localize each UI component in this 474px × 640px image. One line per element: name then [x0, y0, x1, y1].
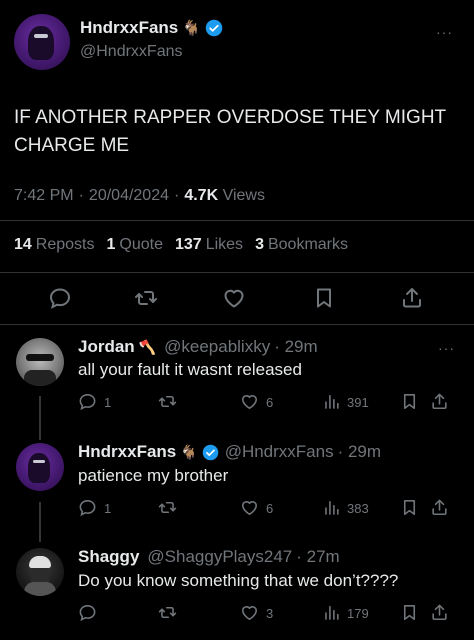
repost-icon[interactable]	[158, 498, 177, 517]
reply-author-name[interactable]: Jordan	[78, 337, 135, 357]
bookmark-icon[interactable]	[400, 498, 419, 517]
reply-text: Do you know something that we don’t????	[78, 571, 399, 590]
tweet-date[interactable]: 20/04/2024	[89, 187, 169, 205]
reply-icon[interactable]	[78, 392, 97, 411]
tweet-text: IF ANOTHER RAPPER OVERDOSE THEY MIGHT CH…	[14, 104, 446, 160]
tweet-time[interactable]: 7:42 PM	[14, 187, 74, 205]
reply-author-emoji: 🪓	[138, 338, 157, 355]
reply-avatar-shaggy[interactable]	[16, 548, 64, 596]
bookmarks-count: 3	[255, 236, 264, 253]
like-count: 3	[266, 606, 274, 621]
reposts-stat[interactable]: 14 Reposts	[14, 236, 95, 254]
repost-icon[interactable]	[158, 603, 177, 622]
bookmark-icon[interactable]	[400, 392, 419, 411]
likes-label: Likes	[205, 236, 244, 253]
reply-action-bar: 1 6 391	[78, 392, 468, 412]
reply-count: 1	[104, 501, 112, 516]
reply-icon[interactable]	[78, 498, 97, 517]
reply-count: 1	[104, 395, 112, 410]
reposts-count: 14	[14, 236, 32, 253]
bookmark-icon[interactable]	[400, 603, 419, 622]
views-count: 4.7K	[184, 187, 219, 204]
views-count: 179	[347, 606, 369, 621]
quotes-stat[interactable]: 1 Quote	[107, 236, 164, 254]
likes-stat[interactable]: 137 Likes	[175, 236, 243, 254]
author-handle[interactable]: @HndrxxFans	[80, 43, 183, 61]
tweet-text-line-1: IF ANOTHER RAPPER OVERDOSE THEY MIGHT	[14, 107, 447, 128]
reply-icon[interactable]	[48, 286, 72, 310]
reply-icon[interactable]	[78, 603, 97, 622]
reply-author-handle[interactable]: @ShaggyPlays247	[147, 547, 292, 567]
reply-author-name[interactable]: HndrxxFans	[78, 442, 176, 462]
likes-count: 137	[175, 236, 202, 253]
bookmark-icon[interactable]	[312, 286, 336, 310]
tweet-meta: 7:42 PM · 20/04/2024 · 4.7K Views	[14, 187, 265, 205]
thread-line	[39, 502, 41, 542]
like-icon[interactable]	[240, 603, 259, 622]
views-icon[interactable]	[322, 498, 341, 517]
verified-icon	[202, 444, 219, 461]
reply-author-handle[interactable]: @keepablixky	[164, 337, 270, 357]
tweet-text-line-2: CHARGE ME	[14, 135, 130, 156]
reply-action-bar: 1 6 383	[78, 498, 468, 518]
share-icon[interactable]	[430, 392, 449, 411]
reply-text: patience my brother	[78, 466, 229, 485]
divider	[0, 220, 474, 221]
views-count: 391	[347, 395, 369, 410]
reply-avatar-jordan[interactable]	[16, 338, 64, 386]
views-label: Views	[222, 187, 265, 204]
engagement-stats: 14 Reposts 1 Quote 137 Likes 3 Bookmarks	[14, 236, 348, 254]
like-count: 6	[266, 395, 274, 410]
reply-text: all your fault it wasnt released	[78, 360, 302, 379]
bookmarks-label: Bookmarks	[267, 236, 348, 253]
meta-sep: ·	[78, 187, 84, 204]
reply-time[interactable]: · 29m	[274, 337, 317, 357]
divider	[0, 272, 474, 273]
more-icon[interactable]: ···	[436, 24, 453, 40]
reply-author-name[interactable]: Shaggy	[78, 547, 139, 567]
share-icon[interactable]	[400, 286, 424, 310]
repost-icon[interactable]	[158, 392, 177, 411]
more-icon[interactable]: ···	[438, 340, 455, 356]
repost-icon[interactable]	[134, 286, 158, 310]
like-icon[interactable]	[240, 498, 259, 517]
bookmarks-stat[interactable]: 3 Bookmarks	[255, 236, 348, 254]
like-icon[interactable]	[240, 392, 259, 411]
author-emoji: 🐐	[182, 20, 201, 37]
like-count: 6	[266, 501, 274, 516]
quotes-count: 1	[106, 236, 116, 253]
views-icon[interactable]	[322, 392, 341, 411]
like-icon[interactable]	[222, 286, 246, 310]
reply-time[interactable]: · 29m	[338, 442, 381, 462]
quotes-label: Quote	[119, 236, 163, 253]
views-count: 383	[347, 501, 369, 516]
reply-author-emoji: 🐐	[180, 443, 198, 460]
reply-avatar-hndrxxfans[interactable]	[16, 443, 64, 491]
reply-author-handle[interactable]: @HndrxxFans	[225, 442, 334, 462]
share-icon[interactable]	[430, 498, 449, 517]
reposts-label: Reposts	[35, 236, 95, 253]
reply-time[interactable]: · 27m	[296, 547, 339, 567]
author-avatar[interactable]	[14, 14, 70, 70]
thread-line	[39, 396, 41, 440]
share-icon[interactable]	[430, 603, 449, 622]
divider	[0, 324, 474, 325]
meta-sep: ·	[174, 187, 180, 204]
verified-icon	[205, 19, 223, 37]
reply-action-bar: 3 179	[78, 603, 468, 623]
views-icon[interactable]	[322, 603, 341, 622]
author-name[interactable]: HndrxxFans	[80, 18, 178, 38]
